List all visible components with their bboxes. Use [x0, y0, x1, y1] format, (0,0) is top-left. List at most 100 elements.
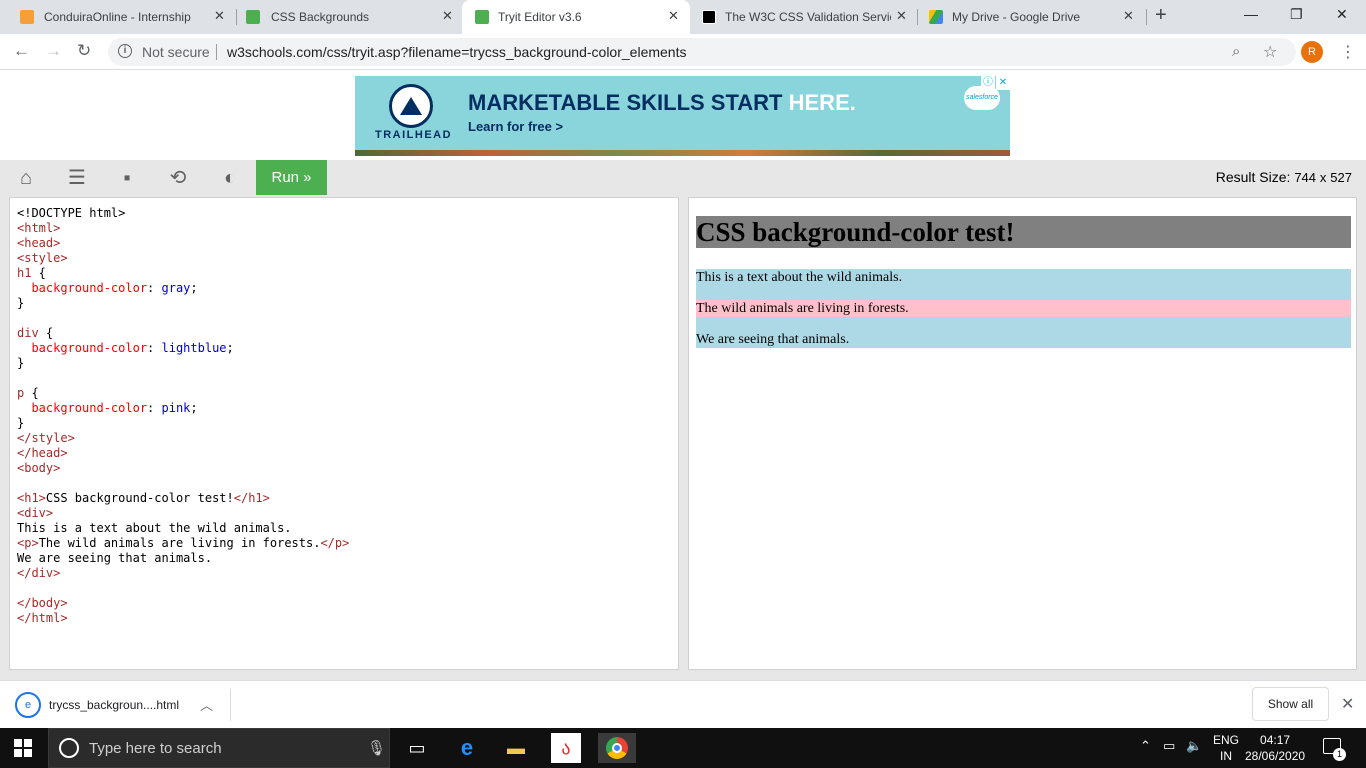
- code-line[interactable]: <div>: [17, 506, 349, 521]
- result-size-label: Result Size:: [1215, 169, 1291, 185]
- taskbar-search[interactable]: Type here to search 🎙: [48, 728, 390, 768]
- restore-icon[interactable]: ❐: [1290, 6, 1303, 23]
- ad-learn-link[interactable]: Learn for free >: [468, 119, 563, 134]
- code-line[interactable]: </div>: [17, 566, 349, 581]
- tab-title: ConduiraOnline - Internship: [44, 10, 191, 24]
- close-icon[interactable]: ✕: [442, 8, 453, 24]
- close-icon[interactable]: ✕: [214, 8, 225, 24]
- ad-brand: TRAILHEAD: [375, 129, 453, 141]
- reload-icon[interactable]: ↻: [77, 41, 91, 61]
- work-area: <!DOCTYPE html> <html> <head> <style> h1 { b…: [0, 195, 1366, 680]
- code-line[interactable]: [17, 311, 349, 326]
- close-icon[interactable]: ✕: [896, 8, 907, 24]
- clock[interactable]: 04:17 28/06/2020: [1245, 732, 1305, 764]
- code-line[interactable]: <style>: [17, 251, 349, 266]
- url-text[interactable]: w3schools.com/css/tryit.asp?filename=try…: [227, 44, 686, 60]
- result-div-text-2: We are seeing that animals.: [696, 332, 850, 347]
- clock-time: 04:17: [1260, 733, 1291, 747]
- code-line[interactable]: background-color: lightblue;: [17, 341, 349, 356]
- home-icon[interactable]: ⌂: [15, 167, 37, 189]
- menu-icon[interactable]: ☰: [66, 167, 88, 189]
- airtel-icon[interactable]: ა: [551, 733, 581, 763]
- result-div: This is a text about the wild animals. T…: [696, 269, 1351, 348]
- code-line[interactable]: </head>: [17, 446, 349, 461]
- html-file-icon[interactable]: e: [15, 692, 41, 718]
- minimize-icon[interactable]: —: [1244, 6, 1258, 22]
- edge-icon[interactable]: e: [452, 733, 482, 763]
- code-text[interactable]: <!DOCTYPE html> <html> <head> <style> h1 { b…: [17, 206, 349, 626]
- file-explorer-icon[interactable]: ▬: [501, 733, 531, 763]
- close-icon[interactable]: ✕: [1123, 8, 1134, 24]
- code-line[interactable]: </html>: [17, 611, 349, 626]
- close-icon[interactable]: ✕: [1341, 694, 1354, 714]
- tab-tryit-editor[interactable]: Tryit Editor v3.6 ✕: [462, 0, 690, 34]
- code-line[interactable]: background-color: gray;: [17, 281, 349, 296]
- chevron-up-icon[interactable]: ︿: [200, 695, 213, 714]
- result-x: x: [1319, 170, 1327, 185]
- code-line[interactable]: p {: [17, 386, 349, 401]
- clock-date: 28/06/2020: [1245, 749, 1306, 763]
- download-file-name[interactable]: trycss_backgroun....html: [49, 698, 179, 712]
- code-line[interactable]: [17, 581, 349, 596]
- microphone-icon[interactable]: 🎙: [367, 739, 386, 757]
- code-line[interactable]: [17, 371, 349, 386]
- result-size: Result Size: 744 x 527: [1216, 169, 1352, 185]
- address-bar[interactable]: i Not secure w3schools.com/css/tryit.asp…: [108, 38, 1296, 66]
- code-line[interactable]: }: [17, 356, 349, 371]
- code-line[interactable]: [17, 476, 349, 491]
- code-line[interactable]: <body>: [17, 461, 349, 476]
- code-line[interactable]: background-color: pink;: [17, 401, 349, 416]
- info-icon[interactable]: i: [118, 44, 132, 58]
- ad-headline: MARKETABLE SKILLS START HERE.: [468, 90, 856, 116]
- notification-count: 1: [1333, 748, 1346, 761]
- code-line[interactable]: <html>: [17, 221, 349, 236]
- tab-conduiraonline[interactable]: ConduiraOnline - Internship ✕: [0, 0, 236, 34]
- input-language[interactable]: ENG IN: [1213, 732, 1239, 764]
- save-icon[interactable]: ▪: [116, 167, 138, 189]
- close-window-icon[interactable]: ✕: [1336, 6, 1348, 23]
- new-tab-button[interactable]: +: [1155, 4, 1167, 27]
- code-editor[interactable]: <!DOCTYPE html> <html> <head> <style> h1 { b…: [9, 197, 679, 670]
- task-view-icon[interactable]: ▭: [402, 733, 432, 763]
- code-line[interactable]: div {: [17, 326, 349, 341]
- more-menu-icon[interactable]: ⋮: [1340, 42, 1356, 62]
- theme-contrast-icon[interactable]: ◐: [219, 167, 241, 189]
- code-line[interactable]: <h1>CSS background-color test!</h1>: [17, 491, 349, 506]
- rotate-icon[interactable]: ⟲: [167, 167, 189, 189]
- code-line[interactable]: </style>: [17, 431, 349, 446]
- ad-headline-a: MARKETABLE SKILLS START: [468, 90, 783, 115]
- code-line[interactable]: We are seeing that animals.: [17, 551, 349, 566]
- code-line[interactable]: <head>: [17, 236, 349, 251]
- show-all-button[interactable]: Show all: [1252, 687, 1329, 721]
- tab-w3c-validation[interactable]: The W3C CSS Validation Servic ✕: [690, 0, 918, 34]
- run-button[interactable]: Run »: [256, 160, 327, 195]
- bookmark-star-icon[interactable]: ☆: [1263, 42, 1277, 62]
- code-line[interactable]: <p>The wild animals are living in forest…: [17, 536, 349, 551]
- forward-icon[interactable]: →: [45, 41, 62, 61]
- code-line[interactable]: This is a text about the wild animals.: [17, 521, 349, 536]
- code-line[interactable]: }: [17, 296, 349, 311]
- tab-google-drive[interactable]: My Drive - Google Drive ✕: [918, 0, 1146, 34]
- windows-start-icon[interactable]: [14, 739, 32, 757]
- code-line[interactable]: }: [17, 416, 349, 431]
- ad-banner[interactable]: TRAILHEAD MARKETABLE SKILLS START HERE. …: [355, 76, 1010, 156]
- volume-icon[interactable]: 🔈: [1186, 738, 1202, 754]
- zoom-icon[interactable]: ⌕: [1232, 43, 1240, 60]
- browser-toolbar: ← → ↻ i Not secure w3schools.com/css/try…: [0, 34, 1366, 70]
- battery-icon[interactable]: ▭: [1163, 738, 1175, 754]
- tab-css-backgrounds[interactable]: CSS Backgrounds ✕: [228, 0, 464, 34]
- ad-close-icon[interactable]: ✕: [996, 76, 1010, 90]
- back-icon[interactable]: ←: [13, 41, 30, 61]
- ad-info-icon[interactable]: ⓘ: [981, 76, 995, 90]
- security-status[interactable]: Not secure: [142, 44, 210, 60]
- cortana-icon[interactable]: [59, 738, 79, 758]
- rocket-icon: [20, 10, 34, 24]
- code-line[interactable]: <!DOCTYPE html>: [17, 206, 349, 221]
- code-line[interactable]: </body>: [17, 596, 349, 611]
- tab-title: The W3C CSS Validation Servic: [725, 10, 891, 24]
- show-hidden-icons-icon[interactable]: ⌃: [1140, 738, 1151, 754]
- close-icon[interactable]: ✕: [668, 8, 679, 24]
- profile-avatar[interactable]: R: [1301, 41, 1323, 63]
- code-line[interactable]: h1 {: [17, 266, 349, 281]
- chrome-icon[interactable]: [598, 733, 636, 763]
